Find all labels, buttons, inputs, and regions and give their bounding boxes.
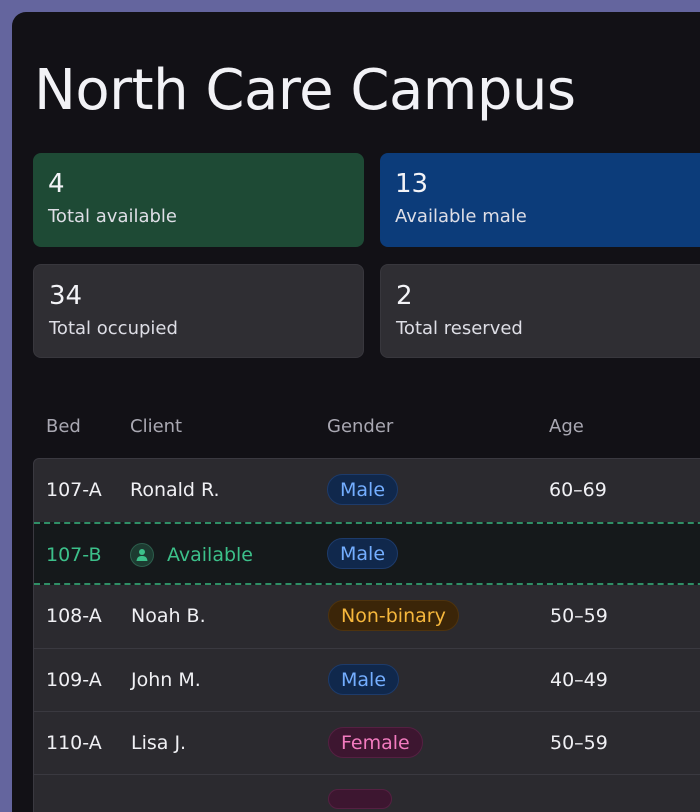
age-cell: 60–69 (549, 479, 607, 501)
gender-badge: Male (328, 664, 400, 695)
page-title: North Care Campus (34, 58, 576, 123)
table-row[interactable]: 109-A John M. Male 40–49 (34, 648, 700, 712)
beds-table: 107-A Ronald R. Male 60–69 107-B Availab… (33, 458, 700, 812)
stat-card-total-available[interactable]: 4 Total available (33, 153, 364, 247)
table-row-available[interactable]: 107-B Available Male (34, 522, 700, 585)
person-icon (130, 543, 154, 567)
stat-card-total-reserved[interactable]: 2 Total reserved (380, 264, 700, 358)
client-cell: Available (167, 544, 254, 566)
stat-label: Total available (48, 206, 178, 227)
stat-value: 13 (395, 169, 429, 199)
stat-label: Available male (395, 206, 527, 227)
table-row[interactable]: 108-A Noah B. Non-binary 50–59 (34, 585, 700, 648)
bed-cell: 108-A (46, 605, 102, 627)
bed-cell: 107-A (46, 479, 102, 501)
age-cell: 40–49 (550, 669, 608, 691)
client-cell: Noah B. (131, 605, 206, 627)
client-cell: John M. (131, 669, 201, 691)
stat-label: Total reserved (396, 318, 523, 339)
table-row[interactable]: 110-A Lisa J. Female 50–59 (34, 711, 700, 775)
stat-value: 2 (396, 281, 413, 311)
bed-cell: 110-A (46, 732, 102, 754)
column-header-bed[interactable]: Bed (46, 416, 81, 437)
age-cell: 50–59 (550, 732, 608, 754)
stat-card-total-occupied[interactable]: 34 Total occupied (33, 264, 364, 358)
stat-label: Total occupied (49, 318, 178, 339)
client-cell: Lisa J. (131, 732, 187, 754)
stat-card-available-male[interactable]: 13 Available male (380, 153, 700, 247)
gender-badge (328, 789, 392, 809)
gender-badge: Female (328, 727, 423, 758)
column-header-client[interactable]: Client (130, 416, 182, 437)
bed-cell: 109-A (46, 669, 102, 691)
column-header-gender[interactable]: Gender (327, 416, 393, 437)
stat-value: 34 (49, 281, 83, 311)
table-row[interactable] (34, 774, 700, 812)
gender-badge: Male (327, 474, 399, 505)
client-cell: Ronald R. (130, 479, 220, 501)
bed-cell: 107-B (46, 544, 102, 566)
main-panel: North Care Campus 4 Total available 13 A… (12, 12, 700, 812)
gender-badge: Non-binary (328, 600, 459, 631)
table-row[interactable]: 107-A Ronald R. Male 60–69 (34, 459, 700, 522)
age-cell: 50–59 (550, 605, 608, 627)
stat-value: 4 (48, 169, 65, 199)
gender-badge: Male (327, 538, 399, 569)
column-header-age[interactable]: Age (549, 416, 584, 437)
